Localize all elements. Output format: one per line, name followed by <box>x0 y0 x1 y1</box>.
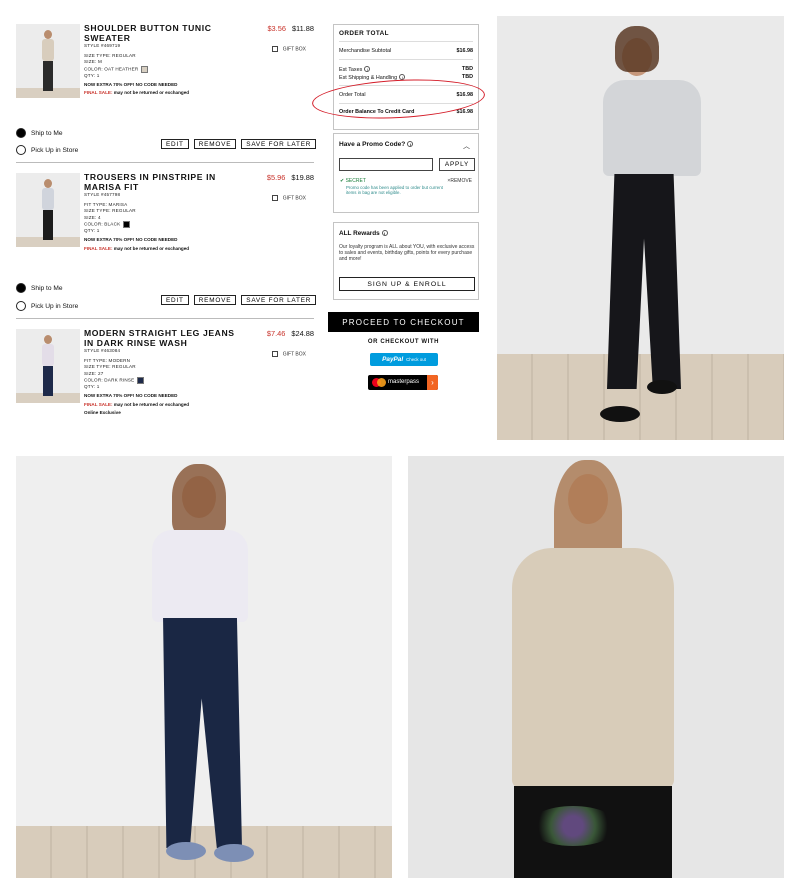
remove-button[interactable]: REMOVE <box>193 139 237 149</box>
product-photo-trousers <box>497 16 784 440</box>
subtotal-row: Merchandise Subtotal $16.98 <box>339 48 473 54</box>
checkmark-icon: ✔ <box>340 178 345 184</box>
promo-note: NOW EXTRA 70% OFF! NO CODE NEEDED <box>84 393 178 399</box>
promo-title: Have a Promo Code? i <box>339 141 414 148</box>
final-sale-note: FINAL SALE: may not be returned or excha… <box>84 245 190 251</box>
gift-box-checkbox[interactable]: GIFT BOX <box>271 195 306 201</box>
item-spec: COLOR: BLACK <box>84 220 244 228</box>
edit-button[interactable]: EDIT <box>161 139 189 149</box>
remove-code-link[interactable]: ×REMOVE <box>447 178 472 184</box>
final-sale-note: FINAL SALE: may not be returned or excha… <box>84 401 190 407</box>
sign-up-button[interactable]: SIGN UP & ENROLL <box>339 277 475 291</box>
rewards-text: Our loyalty program is ALL about YOU, wi… <box>339 244 475 263</box>
apply-button[interactable]: APPLY <box>439 158 475 171</box>
pick-up-option[interactable]: Pick Up in Store <box>16 301 78 311</box>
item-price: $5.96 $19.88 <box>266 173 314 182</box>
remove-button[interactable]: REMOVE <box>193 295 237 305</box>
radio-icon <box>16 283 26 293</box>
promo-code-panel: Have a Promo Code? i ︿ APPLY ✔ SECRET ×RE… <box>333 133 479 213</box>
promo-message: Promo code has been applied to order but… <box>346 185 443 195</box>
product-thumbnail[interactable] <box>16 24 80 98</box>
item-price: $7.46 $24.88 <box>266 329 314 338</box>
masterpass-button[interactable]: masterpass › <box>368 375 438 390</box>
proceed-to-checkout-button[interactable]: PROCEED TO CHECKOUT <box>328 312 479 332</box>
promo-note: NOW EXTRA 70% OFF! NO CODE NEEDED <box>84 237 178 243</box>
rewards-title: ALL Rewards i <box>339 230 388 237</box>
order-total-title: ORDER TOTAL <box>339 30 389 37</box>
item-spec: COLOR: DARK RINSE <box>84 376 244 384</box>
item-spec: COLOR: OAT HEATHER <box>84 65 244 73</box>
ship-to-me-option[interactable]: Ship to Me <box>16 283 63 293</box>
promo-code-input[interactable] <box>339 158 433 171</box>
item-title[interactable]: SHOULDER BUTTON TUNIC SWEATER <box>84 23 244 43</box>
masterpass-logo-icon <box>372 378 386 387</box>
taxes-row: Est Taxes i TBD <box>339 66 473 73</box>
chevron-up-icon[interactable]: ︿ <box>463 141 470 151</box>
online-exclusive-note: Online Exclusive <box>84 410 121 416</box>
info-icon[interactable]: i <box>381 230 388 236</box>
radio-icon <box>16 145 26 155</box>
item-spec: QTY: 1 <box>84 227 100 233</box>
pick-up-option[interactable]: Pick Up in Store <box>16 145 78 155</box>
color-swatch <box>141 65 149 73</box>
promo-note: NOW EXTRA 70% OFF! NO CODE NEEDED <box>84 81 178 87</box>
save-for-later-button[interactable]: SAVE FOR LATER <box>241 295 317 305</box>
item-title[interactable]: MODERN STRAIGHT LEG JEANS IN DARK RINSE … <box>84 328 244 348</box>
applied-code: ✔ SECRET <box>340 178 366 184</box>
gift-box-checkbox[interactable]: GIFT BOX <box>271 46 306 52</box>
gift-box-checkbox[interactable]: GIFT BOX <box>271 351 306 357</box>
item-style: STYLE #463084 <box>84 348 121 353</box>
final-sale-note: FINAL SALE: may not be returned or excha… <box>84 90 190 96</box>
color-swatch <box>137 376 145 384</box>
paypal-button[interactable]: PayPal Check out <box>370 353 438 366</box>
product-photo-sweater <box>408 456 784 878</box>
item-price: $3.56 $11.88 <box>267 24 314 33</box>
product-photo-jeans <box>16 456 392 878</box>
item-spec: QTY: 1 <box>84 72 100 78</box>
cart-screenshot: SHOULDER BUTTON TUNIC SWEATER STYLE #469… <box>16 16 486 441</box>
radio-icon <box>16 128 26 138</box>
item-title[interactable]: TROUSERS IN PINSTRIPE IN MARISA FIT <box>84 172 244 192</box>
info-icon[interactable]: i <box>364 66 371 72</box>
edit-button[interactable]: EDIT <box>161 295 189 305</box>
info-icon[interactable]: i <box>407 141 414 147</box>
chevron-right-icon: › <box>427 375 438 390</box>
color-swatch <box>123 220 131 228</box>
or-checkout-label: OR CHECKOUT WITH <box>367 339 440 345</box>
item-spec: QTY: 1 <box>84 383 100 389</box>
product-thumbnail[interactable] <box>16 173 80 247</box>
radio-icon <box>16 301 26 311</box>
product-thumbnail[interactable] <box>16 329 80 403</box>
ship-to-me-option[interactable]: Ship to Me <box>16 128 63 138</box>
item-style: STYLE #457798 <box>84 192 121 197</box>
save-for-later-button[interactable]: SAVE FOR LATER <box>241 139 317 149</box>
item-style: STYLE #469719 <box>84 43 121 48</box>
rewards-panel: ALL Rewards i Our loyalty program is ALL … <box>333 222 479 300</box>
